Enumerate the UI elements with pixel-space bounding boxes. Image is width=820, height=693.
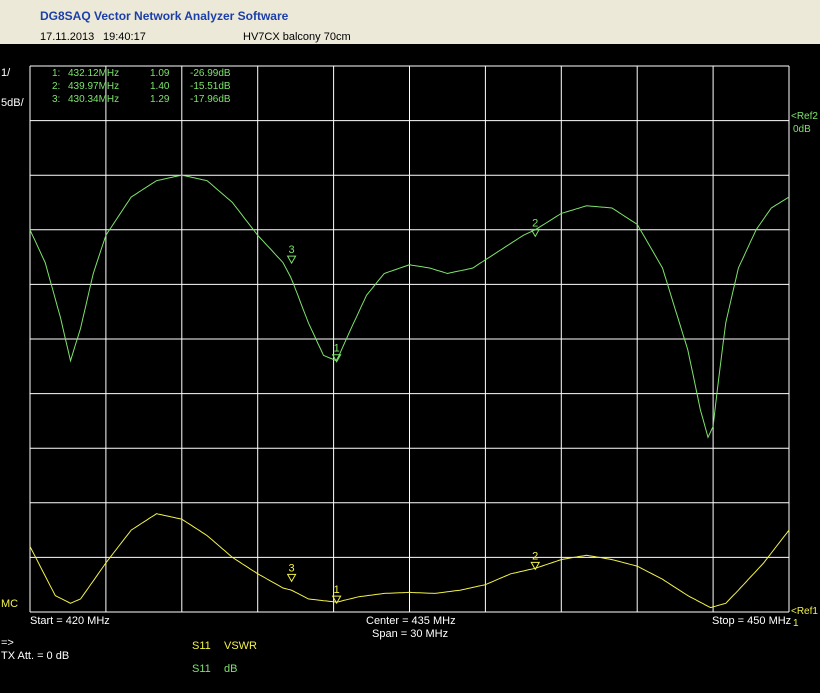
marker-1-label: 1: bbox=[52, 68, 61, 79]
marker-2-db-label: 2 bbox=[532, 217, 538, 229]
marker-3-db-label: 3 bbox=[289, 244, 295, 256]
ref1-label: <Ref1 bbox=[791, 606, 818, 617]
trace-1-param[interactable]: S11 bbox=[192, 640, 211, 652]
marker-1-freq: 432.12MHz bbox=[68, 68, 120, 79]
marker-3-vswr-triangle bbox=[286, 573, 297, 583]
ref1-value: 1 bbox=[793, 618, 799, 629]
marker-2-db: -15.51dB bbox=[190, 81, 231, 92]
trace-2-param[interactable]: S11 bbox=[192, 663, 211, 675]
marker-1-db-label: 1 bbox=[334, 343, 340, 355]
vna-plot: 1 1 2 2 3 3 bbox=[29, 65, 790, 613]
marker-3-db: -17.96dB bbox=[190, 94, 231, 105]
marker-2-vswr: 1.40 bbox=[150, 81, 170, 92]
marker-2-label: 2: bbox=[52, 81, 61, 92]
scale-ref-label: 1/ bbox=[1, 67, 11, 79]
tx-attenuation: TX Att. = 0 dB bbox=[1, 650, 70, 662]
scale-per-div-label: 5dB/ bbox=[1, 97, 24, 109]
measurement-date: 17.11.2013 bbox=[40, 31, 95, 43]
marker-3-vswr: 1.29 bbox=[150, 94, 170, 105]
trace-markers: 1 1 2 2 3 3 bbox=[286, 217, 541, 605]
measurement-time: 19:40:17 bbox=[103, 31, 146, 43]
ref2-value: 0dB bbox=[793, 124, 811, 135]
plot-grid bbox=[29, 65, 790, 613]
stop-freq: Stop = 450 MHz bbox=[712, 615, 792, 627]
marker-3-vswr-label: 3 bbox=[289, 562, 295, 574]
ref2-label: <Ref2 bbox=[791, 111, 818, 122]
marker-3-label: 3: bbox=[52, 94, 61, 105]
span-freq: Span = 30 MHz bbox=[372, 628, 449, 640]
mc-label: MC bbox=[1, 598, 19, 610]
title-bar: DG8SAQ Vector Network Analyzer Software … bbox=[0, 0, 820, 44]
marker-2-vswr-label: 2 bbox=[532, 550, 538, 562]
app-title: DG8SAQ Vector Network Analyzer Software bbox=[40, 9, 289, 23]
marker-1-vswr: 1.09 bbox=[150, 68, 170, 79]
marker-2-db-triangle bbox=[530, 228, 541, 238]
marker-3-freq: 430.34MHz bbox=[68, 94, 120, 105]
center-freq: Center = 435 MHz bbox=[366, 615, 456, 627]
marker-2-freq: 439.97MHz bbox=[68, 81, 120, 92]
start-freq: Start = 420 MHz bbox=[30, 615, 110, 627]
measurement-name: HV7CX balcony 70cm bbox=[243, 31, 351, 43]
trace-1-format[interactable]: VSWR bbox=[224, 640, 257, 652]
arrow-indicator: => bbox=[1, 637, 14, 649]
trace-2-format[interactable]: dB bbox=[224, 663, 237, 675]
marker-3-db-triangle bbox=[286, 255, 297, 265]
marker-1-vswr-label: 1 bbox=[334, 584, 340, 596]
marker-1-db: -26.99dB bbox=[190, 68, 231, 79]
